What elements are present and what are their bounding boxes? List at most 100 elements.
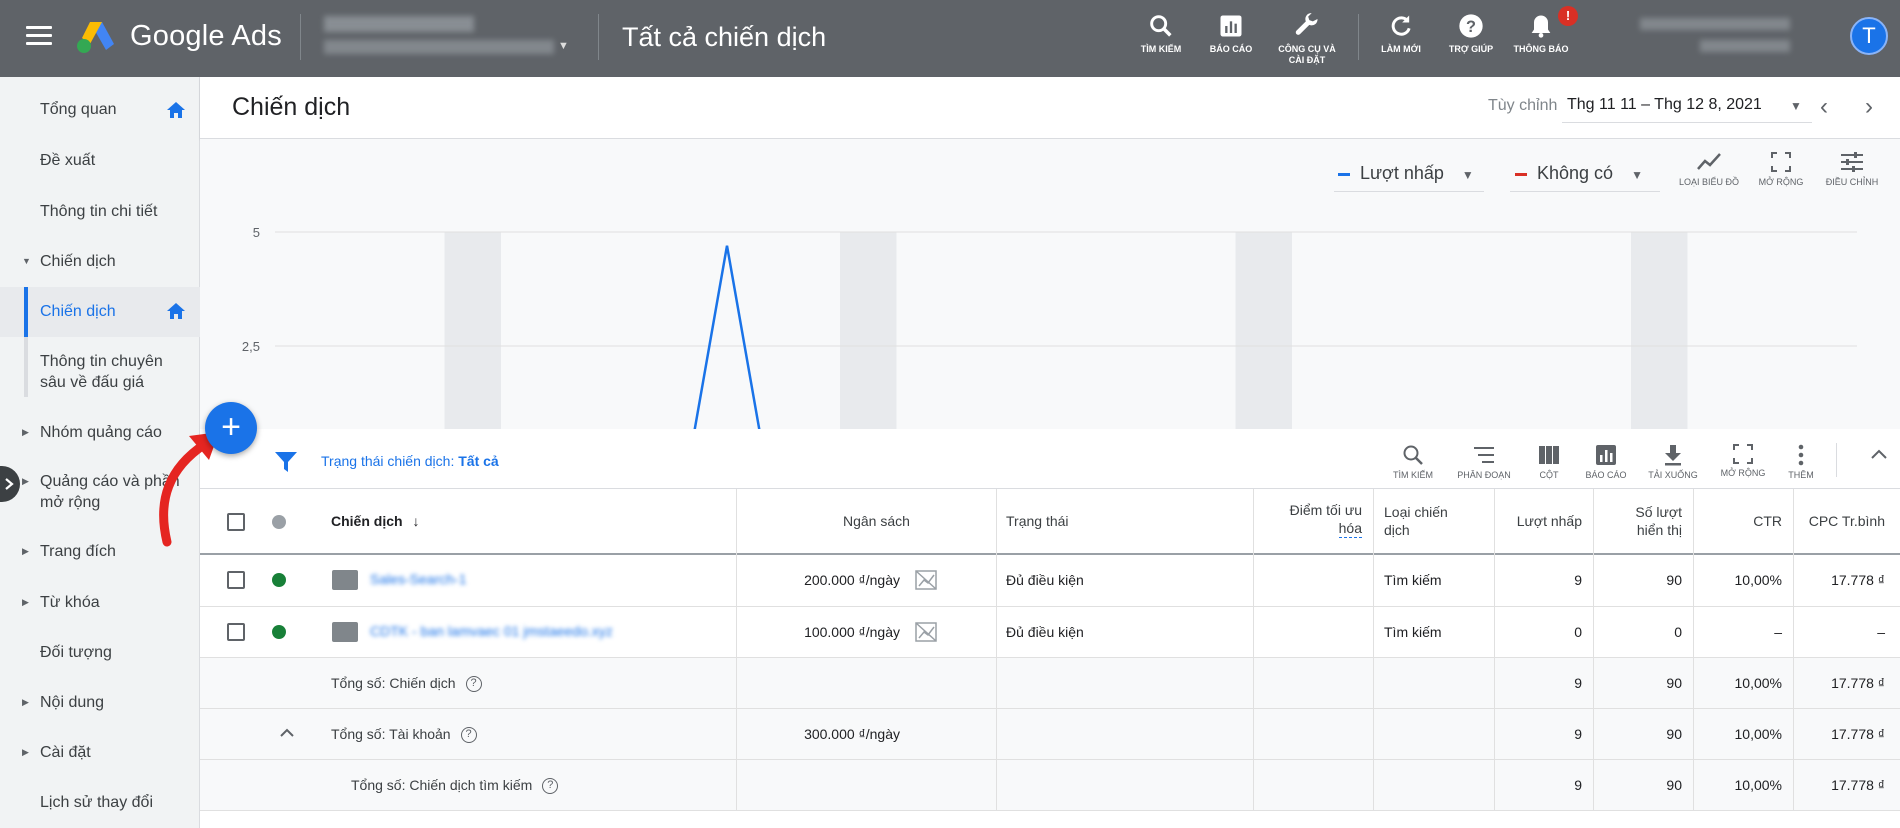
col-impressions[interactable]: Số lượt hiển thị	[1600, 503, 1682, 539]
search-campaign-icon	[332, 622, 358, 642]
chevron-left-icon[interactable]: ‹	[1820, 93, 1828, 121]
chevron-right-icon	[5, 478, 14, 490]
table-row[interactable]: Sales-Search-1 200.000 ₫/ngày Đủ điều ki…	[200, 555, 1900, 607]
chevron-down-icon[interactable]: ▼	[1790, 99, 1802, 113]
col-ctr[interactable]: CTR	[1700, 512, 1782, 530]
search-icon	[1150, 15, 1172, 37]
total-label: Tổng số: Chiến dịch?	[331, 674, 482, 693]
col-divider	[996, 555, 997, 607]
col-optimization-line1: Điểm tối ưu	[1289, 502, 1362, 518]
col-campaign[interactable]: Chiến dịch ↓	[331, 512, 419, 530]
col-divider	[1373, 658, 1374, 709]
chevron-down-icon[interactable]: ▼	[558, 40, 569, 52]
sidebar-item-overview[interactable]: Tổng quan	[0, 99, 200, 121]
row-checkbox[interactable]	[227, 571, 245, 589]
col-divider	[1793, 607, 1794, 658]
clicks-value: 9	[1574, 572, 1582, 588]
budget-chart-icon[interactable]	[915, 570, 937, 590]
create-button[interactable]: +	[205, 402, 257, 454]
row-checkbox[interactable]	[227, 623, 245, 641]
avatar[interactable]: T	[1850, 17, 1888, 55]
budget-value[interactable]: 100.000 ₫/ngày	[780, 623, 900, 641]
table-row[interactable]: CDTK - ban lamvaec 01 jmstaeedo.xyz 100.…	[200, 607, 1900, 658]
chevron-up-icon[interactable]	[279, 727, 295, 739]
filter-value: Tất cả	[458, 453, 499, 469]
campaign-name-link[interactable]: CDTK - ban lamvaec 01 jmstaeedo.xyz	[370, 623, 613, 639]
sidebar-item-change-history[interactable]: Lịch sử thay đổi	[0, 792, 200, 814]
tool-search[interactable]: TÌM KIẾM	[1126, 12, 1196, 55]
sidebar-item-audiences[interactable]: Đối tượng	[0, 642, 200, 664]
col-divider	[1253, 760, 1254, 811]
user-email[interactable]	[1640, 18, 1790, 30]
col-campaign-type[interactable]: Loại chiến dịch	[1384, 503, 1448, 539]
total-label: Tổng số: Chiến dịch tìm kiếm?	[351, 776, 559, 795]
col-type-line2: dịch	[1384, 522, 1410, 538]
user-account[interactable]	[1700, 40, 1790, 52]
more-button[interactable]: THÊM	[1766, 443, 1836, 480]
sidebar-item-campaigns-group[interactable]: ▼ Chiến dịch	[0, 251, 200, 273]
col-clicks[interactable]: Lượt nhấp	[1500, 512, 1582, 530]
tool-settings[interactable]: CÔNG CỤ VÀ CÀI ĐẶT	[1272, 12, 1342, 66]
help-icon[interactable]: ?	[542, 778, 559, 795]
tool-label: TRỢ GIÚP	[1448, 44, 1494, 54]
account-id[interactable]	[324, 40, 554, 54]
sidebar-item-insights[interactable]: Thông tin chi tiết	[0, 201, 200, 223]
help-icon[interactable]: ?	[460, 727, 477, 744]
tool-reports[interactable]: BÁO CÁO	[1196, 12, 1266, 55]
table-reports-button[interactable]: BÁO CÁO	[1571, 443, 1641, 480]
expand-icon	[1733, 444, 1753, 464]
status-value: Đủ điều kiện	[1006, 624, 1084, 640]
col-status[interactable]: Trạng thái	[1006, 512, 1069, 530]
date-range-picker[interactable]: Thg 11 11 – Thg 12 8, 2021	[1567, 96, 1762, 114]
col-divider	[1253, 658, 1254, 709]
cpc-value: 17.778 ₫	[1831, 675, 1885, 691]
impressions-value: 90	[1666, 675, 1682, 691]
campaign-name-link[interactable]: Sales-Search-1	[370, 571, 467, 587]
sidebar-item-label: Đề xuất	[40, 152, 96, 169]
wrench-icon	[1295, 13, 1318, 35]
budget-value[interactable]: 200.000 ₫/ngày	[780, 571, 900, 589]
chevron-right-icon[interactable]: ›	[1865, 93, 1873, 121]
col-divider	[1494, 760, 1495, 811]
brand-name[interactable]: Google Ads	[130, 20, 282, 53]
tool-help[interactable]: ? TRỢ GIÚP	[1436, 12, 1506, 55]
google-ads-logo[interactable]	[76, 18, 116, 54]
menu-icon[interactable]	[26, 26, 52, 46]
account-name[interactable]	[324, 16, 474, 32]
divider	[1358, 14, 1359, 60]
tool-refresh[interactable]: LÀM MỚI	[1366, 12, 1436, 55]
help-icon[interactable]: ?	[465, 676, 482, 693]
filter-icon[interactable]	[274, 451, 298, 473]
clicks-value: 9	[1574, 675, 1582, 691]
col-budget[interactable]: Ngân sách	[843, 512, 910, 530]
sidebar-item-keywords[interactable]: ▶ Từ khóa	[0, 592, 200, 614]
col-divider	[996, 658, 997, 709]
sidebar-item-campaigns[interactable]: Chiến dịch	[0, 287, 200, 337]
segment-button[interactable]: PHÂN ĐOẠN	[1449, 443, 1519, 480]
ctr-value: 10,00%	[1734, 777, 1782, 793]
tool-notifications[interactable]: ! THÔNG BÁO	[1506, 6, 1578, 55]
weekend-band	[840, 232, 897, 429]
col-avg-cpc[interactable]: CPC Tr.bình	[1800, 512, 1885, 530]
caret-right-icon: ▶	[22, 697, 29, 707]
sidebar-item-label: Thông tin chi tiết	[40, 203, 158, 220]
cpc-value: 17.778 ₫	[1831, 726, 1885, 742]
col-optimization[interactable]: Điểm tối ưu hóa	[1264, 501, 1362, 538]
filter-chip[interactable]: Trạng thái chiến dịch: Tất cả	[321, 453, 499, 469]
impressions-value: 90	[1666, 726, 1682, 742]
table-search-button[interactable]: TÌM KIẾM	[1378, 443, 1448, 480]
budget-chart-icon[interactable]	[915, 622, 937, 642]
col-divider	[1373, 760, 1374, 811]
weekend-band	[1631, 232, 1688, 429]
sidebar-item-recommendations[interactable]: Đề xuất	[0, 150, 200, 172]
budget-value: 300.000 ₫/ngày	[804, 726, 900, 742]
select-all-checkbox[interactable]	[227, 513, 245, 531]
caret-right-icon: ▶	[22, 476, 29, 486]
sidebar-item-content[interactable]: ▶ Nội dung	[0, 692, 200, 714]
total-row-account: Tổng số: Tài khoản? 300.000 ₫/ngày 9 90 …	[200, 709, 1900, 760]
sidebar-item-label: Đối tượng	[40, 644, 112, 661]
sidebar-item-settings[interactable]: ▶ Cài đặt	[0, 742, 200, 764]
chevron-up-icon[interactable]	[1870, 447, 1888, 461]
download-button[interactable]: TẢI XUỐNG	[1638, 443, 1708, 480]
sidebar-item-auction-insights[interactable]: Thông tin chuyên sâu về đấu giá	[0, 351, 200, 395]
